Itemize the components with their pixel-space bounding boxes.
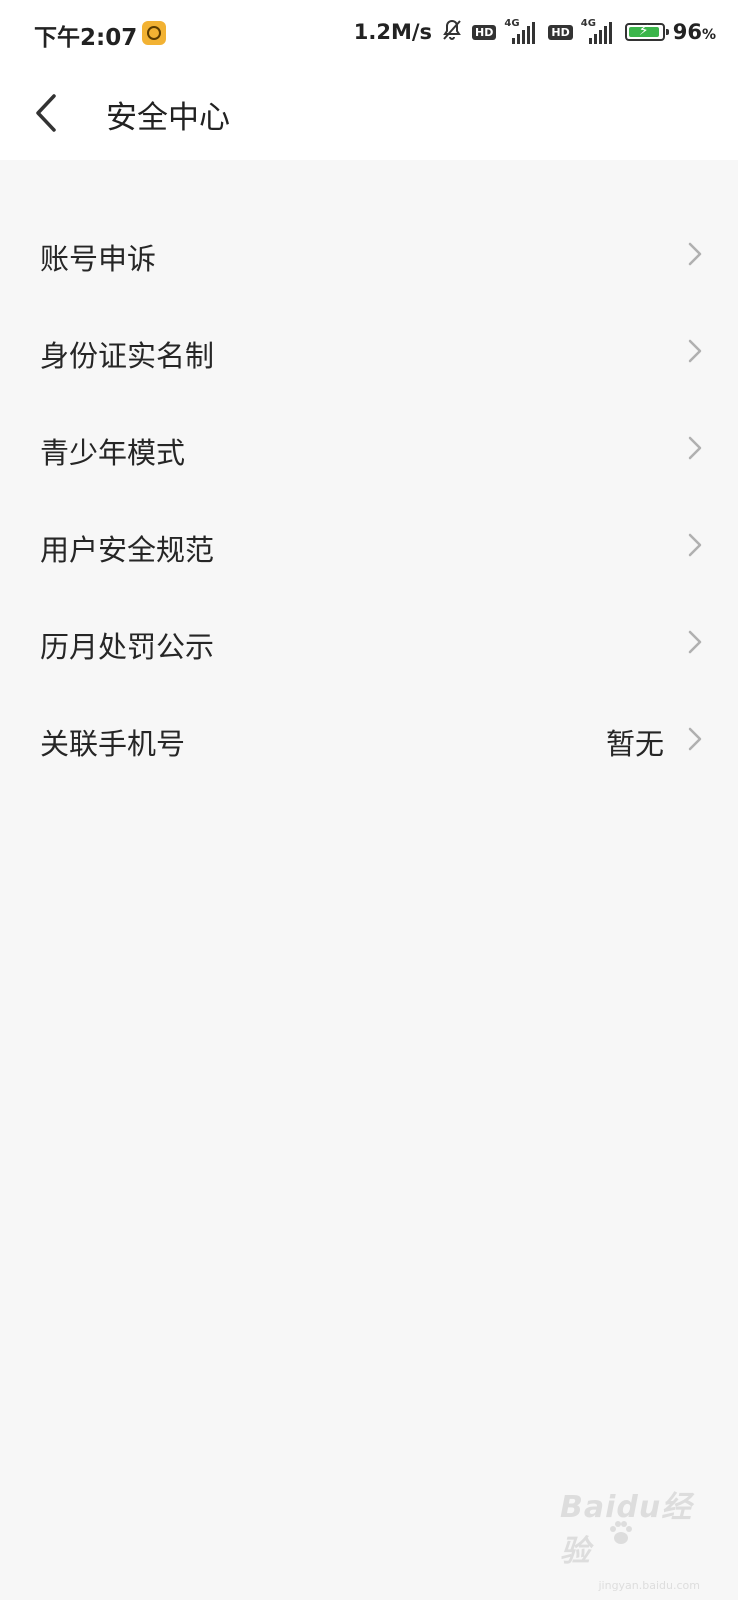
menu-item-label: 身份证实名制: [40, 339, 215, 373]
app-header: 安全中心: [0, 66, 738, 160]
menu-item-label: 用户安全规范: [40, 533, 215, 567]
status-bar: 下午2:07 1.2M/s HD 4G HD 4G ⚡ 96%: [0, 0, 738, 66]
settings-list: 账号申诉 身份证实名制 青少年模式 用户安全规范 历月处罚公示 关联手机号 暂无: [0, 160, 738, 788]
chevron-right-icon: [688, 727, 702, 751]
chevron-right-icon: [688, 436, 702, 460]
menu-item-youth-mode[interactable]: 青少年模式: [0, 400, 738, 497]
menu-item-monthly-penalties[interactable]: 历月处罚公示: [0, 594, 738, 691]
menu-item-label: 历月处罚公示: [40, 630, 215, 664]
chevron-right-icon: [688, 533, 702, 557]
signal-sim2-icon: 4G: [581, 18, 617, 44]
page-title: 安全中心: [106, 100, 230, 136]
watermark-text: Baidu经验: [560, 1490, 693, 1569]
hd-badge-sim2: HD: [548, 24, 573, 40]
baidu-watermark: Baidu经验 jingyan.baidu.com: [560, 1490, 700, 1592]
status-indicators: 1.2M/s HD 4G HD 4G ⚡ 96%: [354, 17, 716, 47]
menu-item-linked-phone[interactable]: 关联手机号 暂无: [0, 691, 738, 788]
chevron-right-icon: [688, 242, 702, 266]
menu-item-label: 关联手机号: [40, 727, 186, 761]
watermark-url: jingyan.baidu.com: [598, 1579, 700, 1592]
back-button[interactable]: [22, 86, 72, 140]
chevron-right-icon: [688, 630, 702, 654]
menu-item-safety-rules[interactable]: 用户安全规范: [0, 497, 738, 594]
bell-off-icon: [440, 18, 464, 46]
status-time: 下午2:07: [34, 25, 138, 51]
chevron-right-icon: [688, 339, 702, 363]
battery-percentage: 96%: [672, 20, 716, 44]
menu-item-account-appeal[interactable]: 账号申诉: [0, 206, 738, 303]
game-notification-icon: [142, 21, 166, 45]
menu-item-label: 青少年模式: [40, 436, 186, 470]
hd-badge-sim1: HD: [472, 24, 497, 40]
chevron-left-icon: [36, 94, 56, 132]
signal-sim1-icon: 4G: [504, 18, 540, 44]
network-speed: 1.2M/s: [353, 20, 433, 44]
menu-item-label: 账号申诉: [40, 242, 157, 276]
menu-item-id-verification[interactable]: 身份证实名制: [0, 303, 738, 400]
menu-item-value: 暂无: [605, 727, 664, 761]
battery-icon: ⚡: [624, 23, 669, 41]
